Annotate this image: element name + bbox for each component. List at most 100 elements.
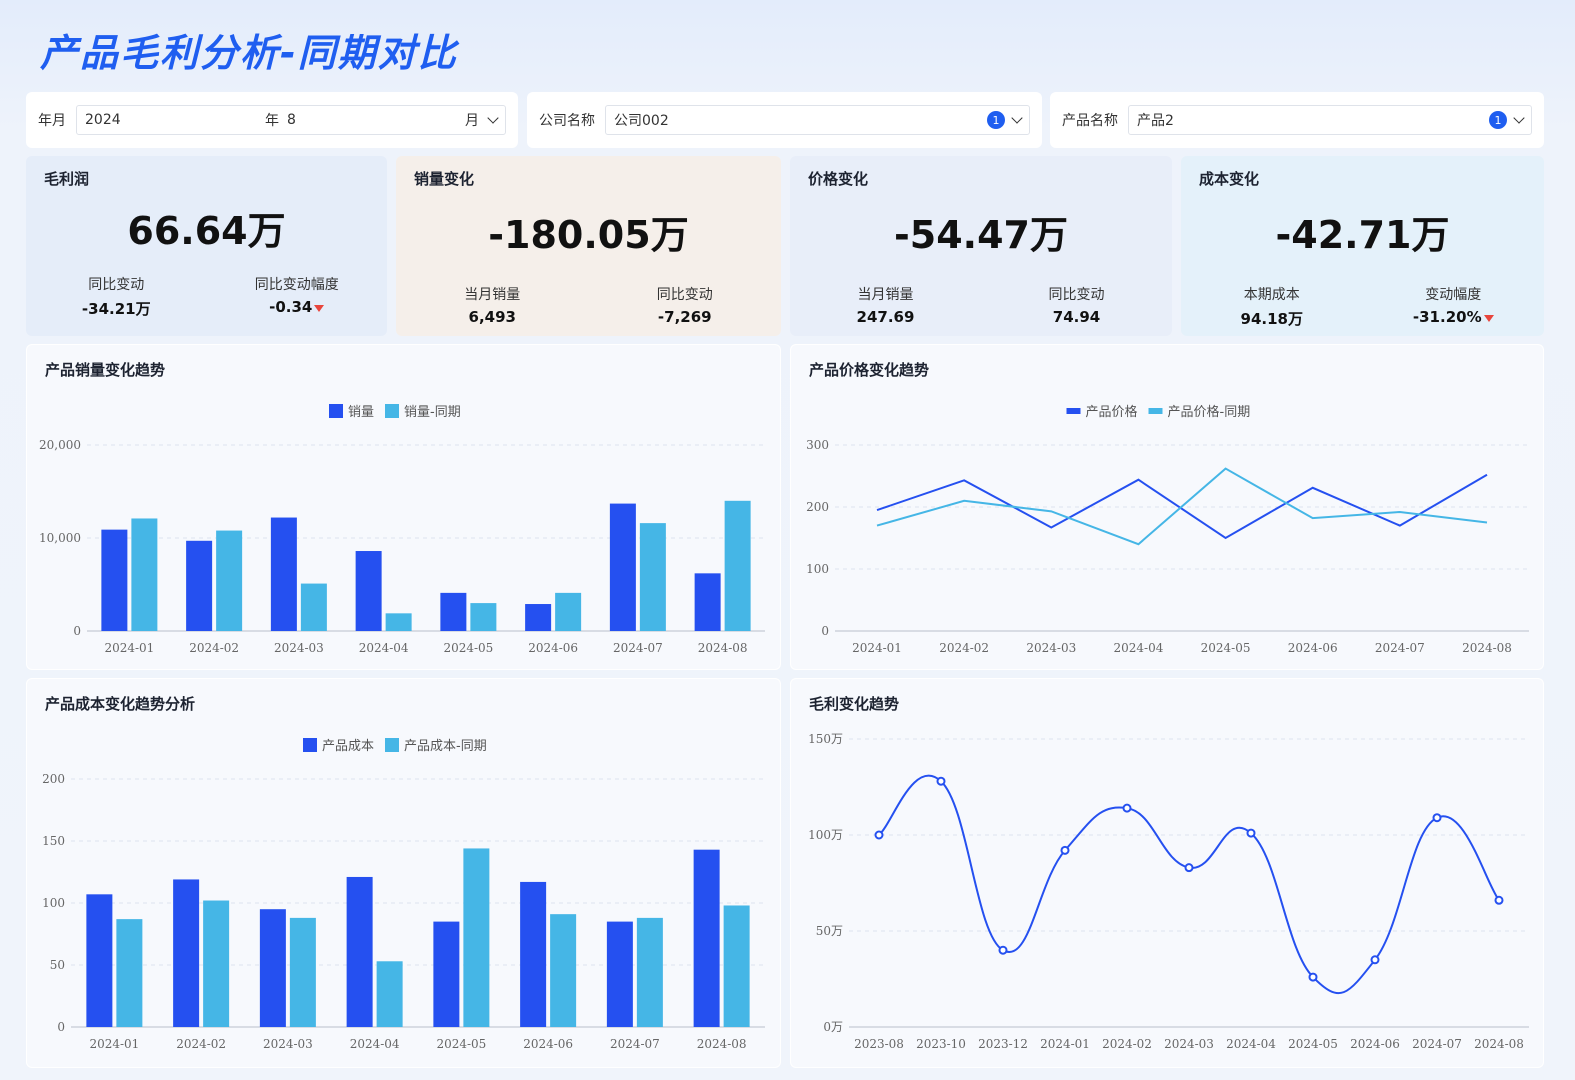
- month-value: 8: [287, 112, 296, 128]
- product-count-badge: 1: [1489, 111, 1507, 129]
- x-tick-label: 2024-05: [436, 1037, 486, 1051]
- bar: [270, 517, 297, 631]
- bar: [376, 961, 403, 1027]
- data-point: [998, 945, 1008, 955]
- kpi-sub-left: 当月销量 6,493: [396, 284, 589, 326]
- year-value: 2024: [85, 112, 121, 128]
- x-tick-label: 2024-03: [1164, 1037, 1214, 1051]
- legend-label: 产品成本: [322, 739, 374, 754]
- legend-swatch: [1148, 408, 1163, 414]
- x-tick-label: 2024-06: [528, 641, 578, 655]
- sales-trend-panel: 产品销量变化趋势 0 10,000 20,000 销量 销量-同期 2024-01 2024…: [26, 344, 781, 670]
- bar: [723, 905, 750, 1027]
- year-unit: 年: [265, 113, 279, 129]
- legend-label: 销量: [348, 405, 374, 420]
- data-point: [874, 830, 884, 840]
- series-line: [878, 774, 1500, 995]
- kpi-sub-right: 同比变动幅度 -0.34: [207, 274, 388, 316]
- margin-trend-chart: 0万 50万 100万 150万 2023-08 2023-10 2023-12 2024-0…: [808, 732, 1529, 1051]
- kpi-sub-value: 74.94: [1052, 308, 1101, 326]
- month-unit: 月: [465, 113, 479, 129]
- bar: [131, 518, 158, 631]
- kpi-sub-value-text: -31.20%: [1412, 308, 1482, 326]
- bar: [203, 900, 230, 1027]
- data-point: [1308, 972, 1318, 982]
- kpi-sub-label: 同比变动幅度: [254, 277, 339, 293]
- x-tick-label: 2024-02: [939, 641, 989, 655]
- cost-trend-chart: 0 50 100 150 200 产品成本 产品成本-同期 2024-01 2024-02 202…: [42, 738, 765, 1051]
- x-tick-label: 2024-04: [1226, 1037, 1276, 1051]
- x-tick-label: 2024-07: [610, 1037, 660, 1051]
- kpi-card-cost: 成本变化 -42.71万 本期成本 94.18万 变动幅度 -31.20%: [1181, 156, 1544, 336]
- y-tick-label: 0: [821, 624, 829, 638]
- x-tick-label: 2024-01: [1040, 1037, 1090, 1051]
- kpi-value: -180.05万: [488, 213, 689, 257]
- kpi-sub-label: 当月销量: [857, 287, 914, 303]
- legend-swatch: [329, 404, 343, 418]
- kpi-sub-value: 94.18万: [1240, 310, 1303, 328]
- bar: [520, 881, 547, 1027]
- x-tick-label: 2024-07: [613, 641, 663, 655]
- x-tick-label: 2024-06: [523, 1037, 573, 1051]
- series-line: [876, 467, 1488, 546]
- y-tick-label: 100万: [808, 828, 843, 842]
- kpi-sub-value: -7,269: [657, 308, 712, 326]
- y-tick-label: 50: [50, 958, 65, 972]
- period-picker[interactable]: 2024 年 8 月: [76, 105, 506, 135]
- period-label: 年月: [38, 113, 66, 129]
- kpi-sub-label: 本期成本: [1243, 287, 1300, 303]
- bar: [216, 530, 243, 631]
- bar: [116, 919, 143, 1027]
- legend-label: 产品成本-同期: [404, 739, 487, 754]
- bar: [300, 583, 327, 631]
- kpi-title: 销量变化: [414, 170, 475, 188]
- data-point: [936, 776, 946, 786]
- kpi-sub-left: 同比变动 -34.21万: [26, 274, 207, 319]
- bar: [173, 879, 200, 1027]
- bar: [639, 523, 666, 631]
- y-tick-label: 300: [806, 438, 829, 452]
- legend-label: 产品价格: [1086, 404, 1138, 420]
- y-tick-label: 0万: [823, 1020, 843, 1034]
- chevron-down-icon[interactable]: [487, 112, 499, 124]
- data-point: [1246, 828, 1256, 838]
- x-tick-label: 2024-06: [1350, 1037, 1400, 1051]
- company-select[interactable]: 公司002 1: [605, 105, 1030, 135]
- kpi-sub-value-text: -0.34: [269, 298, 313, 316]
- bar: [440, 592, 467, 631]
- chevron-down-icon[interactable]: [1513, 112, 1525, 124]
- chevron-down-icon[interactable]: [1011, 112, 1023, 124]
- data-point: [1122, 803, 1132, 813]
- kpi-sub-value: 247.69: [856, 308, 915, 326]
- kpi-card-profit: 毛利润 66.64万 同比变动 -34.21万 同比变动幅度 -0.34: [26, 156, 387, 336]
- bar: [186, 540, 213, 631]
- legend-swatch: [303, 738, 317, 752]
- x-tick-label: 2024-02: [1102, 1037, 1152, 1051]
- kpi-card-price: 价格变化 -54.47万 当月销量 247.69 同比变动 74.94: [790, 156, 1172, 336]
- x-tick-label: 2024-04: [359, 641, 409, 655]
- bar: [86, 894, 113, 1027]
- bar: [606, 921, 633, 1027]
- bar: [550, 914, 577, 1027]
- legend-swatch: [1066, 408, 1081, 414]
- bar: [470, 603, 497, 631]
- x-tick-label: 2024-01: [104, 641, 154, 655]
- legend-label: 产品价格-同期: [1168, 404, 1251, 420]
- legend-swatch: [385, 738, 399, 752]
- x-tick-label: 2023-10: [916, 1037, 966, 1051]
- data-point: [1432, 813, 1442, 823]
- kpi-sub-value: -34.21万: [81, 300, 151, 318]
- bar: [636, 917, 663, 1027]
- product-select[interactable]: 产品2 1: [1128, 105, 1532, 135]
- bar: [385, 613, 412, 631]
- kpi-sub-label: 同比变动: [1048, 287, 1105, 303]
- company-value: 公司002: [614, 113, 669, 129]
- product-filter: 产品名称 产品2 1: [1050, 92, 1544, 148]
- bar: [433, 921, 460, 1027]
- price-trend-panel: 产品价格变化趋势 0 100 200 300 产品价格 产品价格-同期 2024-01 202…: [790, 344, 1544, 670]
- x-tick-label: 2023-12: [978, 1037, 1028, 1051]
- kpi-card-volume: 销量变化 -180.05万 当月销量 6,493 同比变动 -7,269: [396, 156, 781, 336]
- x-tick-label: 2024-04: [350, 1037, 400, 1051]
- bar: [724, 500, 751, 631]
- page-title: 产品毛利分析-同期对比: [40, 31, 458, 75]
